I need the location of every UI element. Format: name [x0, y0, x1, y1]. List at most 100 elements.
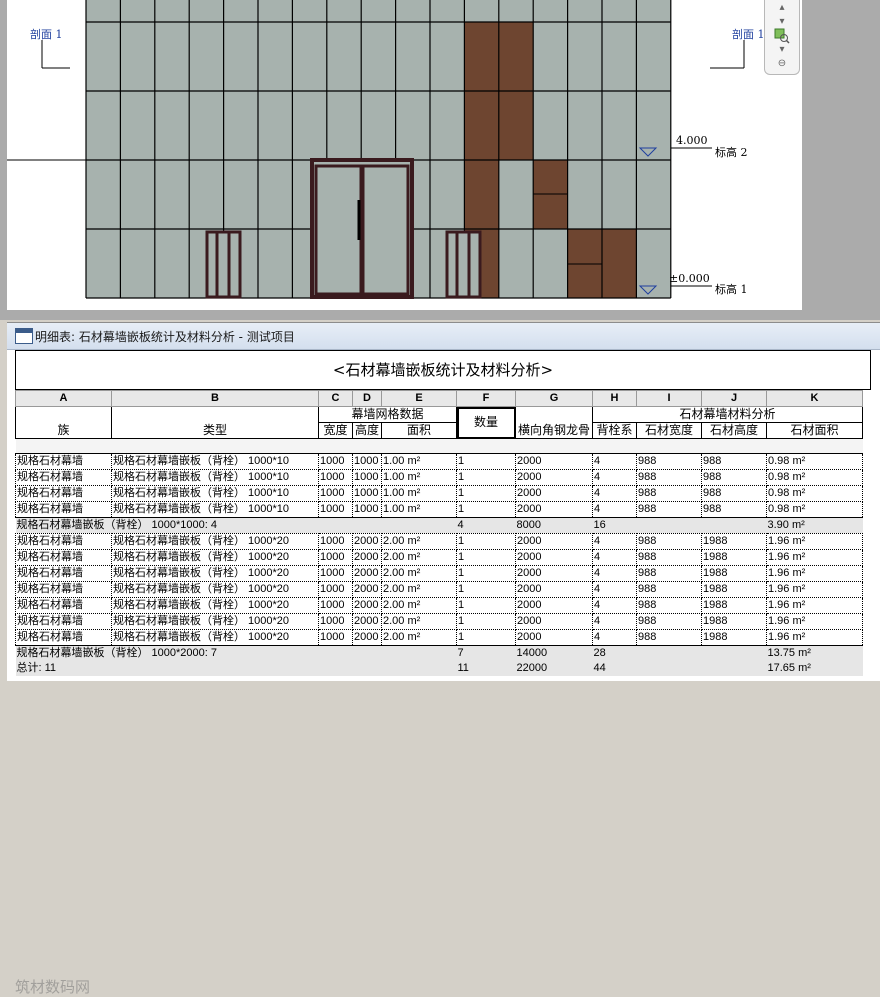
- table-cell[interactable]: 2000: [352, 549, 382, 566]
- table-cell[interactable]: 2000: [515, 549, 593, 566]
- header-family[interactable]: 族: [15, 422, 112, 439]
- table-cell[interactable]: 2000: [352, 533, 382, 550]
- stone-panel[interactable]: [464, 160, 499, 229]
- table-cell[interactable]: 1.00 m²: [381, 453, 457, 470]
- table-cell[interactable]: 4: [592, 485, 637, 502]
- column-letter-a[interactable]: A: [15, 390, 112, 407]
- table-cell[interactable]: 规格石材幕墙: [15, 533, 112, 550]
- table-cell[interactable]: 2.00 m²: [381, 533, 457, 550]
- table-cell[interactable]: 1000: [318, 629, 353, 646]
- table-cell[interactable]: 988: [636, 501, 702, 518]
- table-cell[interactable]: 1: [456, 485, 516, 502]
- column-letter-i[interactable]: I: [636, 390, 702, 407]
- table-cell[interactable]: 2.00 m²: [381, 597, 457, 614]
- table-cell[interactable]: 规格石材幕墙嵌板（背栓） 1000*20: [111, 597, 319, 614]
- table-cell[interactable]: 988: [701, 485, 767, 502]
- table-cell[interactable]: 1.96 m²: [766, 597, 863, 614]
- side-door[interactable]: [205, 230, 242, 299]
- table-cell[interactable]: 1000: [318, 469, 353, 486]
- table-cell[interactable]: 1000: [318, 533, 353, 550]
- table-row[interactable]: 规格石材幕墙 规格石材幕墙嵌板（背栓） 1000*20 1000 2000 2.00 m…: [15, 581, 863, 598]
- table-cell[interactable]: 4: [592, 581, 637, 598]
- table-cell[interactable]: 规格石材幕墙: [15, 549, 112, 566]
- table-cell[interactable]: 4: [592, 501, 637, 518]
- table-cell[interactable]: 1.96 m²: [766, 565, 863, 582]
- table-cell[interactable]: 规格石材幕墙: [15, 469, 112, 486]
- table-cell[interactable]: 1: [456, 613, 516, 630]
- table-cell[interactable]: 1.96 m²: [766, 533, 863, 550]
- table-cell[interactable]: 988: [701, 469, 767, 486]
- table-cell[interactable]: 1: [456, 597, 516, 614]
- table-cell[interactable]: 0.98 m²: [766, 469, 863, 486]
- curtain-wall-elevation[interactable]: [7, 0, 802, 310]
- column-letter-j[interactable]: J: [701, 390, 767, 407]
- table-cell[interactable]: 2.00 m²: [381, 629, 457, 646]
- zoom-region-icon[interactable]: [771, 28, 793, 44]
- table-cell[interactable]: 1000: [318, 549, 353, 566]
- table-cell[interactable]: 2000: [515, 501, 593, 518]
- table-cell[interactable]: 2000: [515, 597, 593, 614]
- table-cell[interactable]: 规格石材幕墙嵌板（背栓） 1000*20: [111, 629, 319, 646]
- stone-panel[interactable]: [464, 22, 499, 91]
- table-cell[interactable]: 988: [636, 597, 702, 614]
- nav-options-icon[interactable]: ⊖: [771, 58, 793, 72]
- table-cell[interactable]: 1.96 m²: [766, 549, 863, 566]
- table-cell[interactable]: 1988: [701, 581, 767, 598]
- header-type[interactable]: 类型: [111, 422, 319, 439]
- stone-panel[interactable]: [498, 91, 534, 160]
- table-cell[interactable]: 1988: [701, 629, 767, 646]
- table-cell[interactable]: 规格石材幕墙: [15, 453, 112, 470]
- table-cell[interactable]: 规格石材幕墙嵌板（背栓） 1000*20: [111, 565, 319, 582]
- table-cell[interactable]: 988: [636, 485, 702, 502]
- column-letter-e[interactable]: E: [381, 390, 457, 407]
- table-cell[interactable]: 988: [636, 565, 702, 582]
- table-cell[interactable]: 2000: [352, 597, 382, 614]
- table-cell[interactable]: 1000: [318, 613, 353, 630]
- table-cell[interactable]: 2000: [352, 613, 382, 630]
- column-letter-d[interactable]: D: [352, 390, 382, 407]
- table-cell[interactable]: 4: [592, 629, 637, 646]
- column-letter-f[interactable]: F: [456, 390, 516, 407]
- table-cell[interactable]: 1000: [318, 453, 353, 470]
- table-cell[interactable]: 2.00 m²: [381, 613, 457, 630]
- table-row[interactable]: 规格石材幕墙 规格石材幕墙嵌板（背栓） 1000*10 1000 1000 1.00 m…: [15, 485, 863, 502]
- table-row[interactable]: 规格石材幕墙 规格石材幕墙嵌板（背栓） 1000*10 1000 1000 1.00 m…: [15, 501, 863, 518]
- table-cell[interactable]: 1000: [352, 501, 382, 518]
- header-area[interactable]: 面积: [381, 422, 457, 439]
- table-cell[interactable]: 1000: [318, 597, 353, 614]
- header-stone-width[interactable]: 石材宽度: [636, 422, 702, 439]
- table-cell[interactable]: 规格石材幕墙嵌板（背栓） 1000*20: [111, 581, 319, 598]
- elevation-view[interactable]: 剖面 1 剖面 1 4.000 标高 2 ±0.000 标高 1 ▴ ▾ ▾ ⊖: [0, 0, 880, 320]
- table-cell[interactable]: 2000: [515, 453, 593, 470]
- table-cell[interactable]: 2000: [515, 469, 593, 486]
- table-cell[interactable]: 2000: [515, 485, 593, 502]
- subtotal-row[interactable]: 规格石材幕墙嵌板（背栓） 1000*2000: 7 7 14000 28 13.75 m…: [15, 645, 863, 661]
- table-cell[interactable]: 0.98 m²: [766, 485, 863, 502]
- column-letter-g[interactable]: G: [515, 390, 593, 407]
- table-cell[interactable]: 988: [701, 501, 767, 518]
- table-row[interactable]: 规格石材幕墙 规格石材幕墙嵌板（背栓） 1000*20 1000 2000 2.00 m…: [15, 613, 863, 630]
- table-cell[interactable]: 988: [636, 453, 702, 470]
- table-cell[interactable]: 2000: [515, 613, 593, 630]
- table-cell[interactable]: 4: [592, 533, 637, 550]
- header-back-bolts[interactable]: 背栓系: [592, 422, 637, 439]
- group-header-stone-analysis[interactable]: 石材幕墙材料分析: [592, 406, 863, 423]
- table-cell[interactable]: 1988: [701, 549, 767, 566]
- table-cell[interactable]: 1988: [701, 597, 767, 614]
- table-cell[interactable]: 规格石材幕墙: [15, 501, 112, 518]
- table-cell[interactable]: 1000: [318, 581, 353, 598]
- table-cell[interactable]: 规格石材幕墙: [15, 485, 112, 502]
- table-cell[interactable]: 1988: [701, 565, 767, 582]
- column-letter-b[interactable]: B: [111, 390, 319, 407]
- table-cell[interactable]: 988: [636, 581, 702, 598]
- header-stone-area[interactable]: 石材面积: [766, 422, 863, 439]
- schedule-heading[interactable]: <石材幕墙嵌板统计及材料分析>: [15, 350, 871, 390]
- table-cell[interactable]: 1000: [352, 469, 382, 486]
- table-cell[interactable]: 4: [592, 549, 637, 566]
- group-header-curtain-grid[interactable]: 幕墙网格数据: [318, 406, 457, 423]
- table-cell[interactable]: 1.00 m²: [381, 485, 457, 502]
- table-cell[interactable]: 2000: [352, 581, 382, 598]
- header-steel-keel[interactable]: 横向角钢龙骨: [515, 422, 593, 439]
- table-cell[interactable]: 2.00 m²: [381, 549, 457, 566]
- table-cell[interactable]: 988: [636, 613, 702, 630]
